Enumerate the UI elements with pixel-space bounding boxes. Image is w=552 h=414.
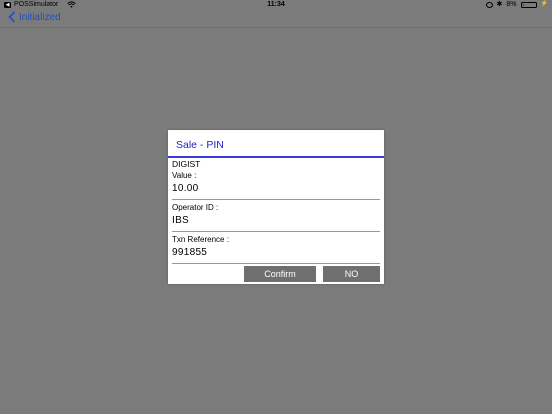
battery-icon <box>520 2 537 8</box>
back-button[interactable]: Initialized <box>8 11 61 23</box>
value-label: Value : <box>172 171 197 180</box>
dialog-title-divider <box>168 156 384 158</box>
charging-icon: ⚡ <box>540 1 548 7</box>
txn-reference-label: Txn Reference : <box>172 235 229 244</box>
txn-reference-value: 991855 <box>172 247 208 258</box>
dialog-title: Sale - PIN <box>176 139 224 151</box>
back-button-label[interactable]: Initialized <box>19 12 61 23</box>
battery-fill <box>522 4 524 6</box>
status-bar-right: ✱ 8% ⚡ <box>485 0 548 9</box>
field-divider <box>172 263 380 264</box>
bluetooth-icon: ✱ <box>496 1 503 8</box>
field-divider <box>172 199 380 200</box>
battery-percent: 8% <box>506 1 517 8</box>
status-bar: ◀ POSSimulator 11:34 ✱ 8% ⚡ <box>0 0 552 9</box>
chevron-left-icon <box>8 11 16 23</box>
status-time: 11:34 <box>267 1 285 8</box>
nav-divider <box>0 27 552 28</box>
operator-id-value: IBS <box>172 215 190 226</box>
value-amount: 10.00 <box>172 183 199 194</box>
confirm-button[interactable]: Confirm <box>244 266 316 282</box>
navigation-bar: Initialized <box>0 9 552 27</box>
sale-pin-dialog: Sale - PIN DIGIST Value : 10.00 Operator… <box>168 130 384 284</box>
orientation-lock-icon <box>485 2 493 8</box>
no-button[interactable]: NO <box>323 266 380 282</box>
operator-id-label: Operator ID : <box>172 203 219 212</box>
merchant-name: DIGIST <box>172 159 201 169</box>
field-divider <box>172 231 380 232</box>
